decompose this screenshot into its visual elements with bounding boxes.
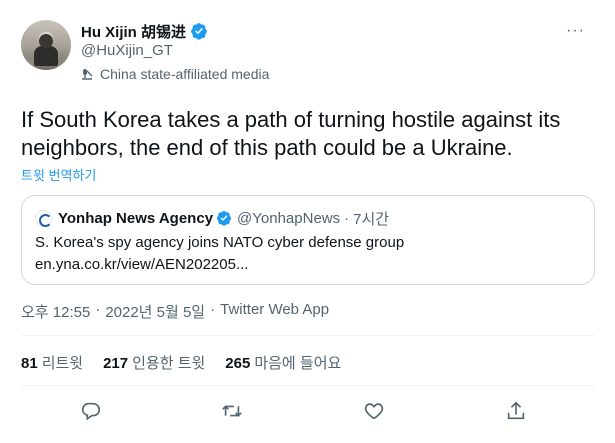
avatar[interactable] (21, 20, 71, 70)
separator-dot: · (210, 301, 216, 318)
translate-tweet-link[interactable]: 트윗 번역하기 (21, 165, 96, 184)
author-name-row[interactable]: Hu Xijin 胡锡进 (81, 21, 208, 41)
like-count[interactable]: 265 마음에 들어요 (225, 352, 341, 373)
affiliation-text: China state-affiliated media (100, 66, 270, 82)
like-count-number: 265 (225, 355, 251, 372)
tweet-card: Hu Xijin 胡锡进 @HuXijin_GT China state-aff… (0, 0, 615, 443)
quoted-time: 7시간 (353, 210, 390, 228)
author-display-name[interactable]: Hu Xijin 胡锡进 (81, 21, 186, 42)
tweet-source[interactable]: Twitter Web App (220, 301, 329, 322)
author-handle[interactable]: @HuXijin_GT (81, 42, 173, 59)
quote-count[interactable]: 217 인용한 트윗 (103, 352, 205, 373)
tweet-stats: 81 리트윗 217 인용한 트윗 265 마음에 들어요 (21, 352, 361, 373)
heart-icon[interactable] (363, 400, 387, 424)
quoted-handle: @YonhapNews (237, 209, 341, 227)
quote-count-number: 217 (103, 355, 129, 372)
quoted-display-name: Yonhap News Agency (58, 209, 214, 227)
separator-dot: · (95, 301, 101, 318)
quoted-text: S. Korea's spy agency joins NATO cyber d… (35, 234, 405, 251)
quoted-link: en.yna.co.kr/view/AEN202205... (35, 256, 249, 273)
separator-dot: · (344, 209, 350, 227)
share-icon[interactable] (505, 400, 529, 424)
affiliation-label[interactable]: China state-affiliated media (81, 66, 269, 82)
reply-icon[interactable] (80, 400, 104, 424)
microphone-stand-icon (81, 67, 95, 81)
quoted-author-row: Yonhap News Agency @YonhapNews · 7시간 (35, 208, 389, 228)
more-options-icon[interactable]: ··· (566, 23, 588, 39)
like-count-label: 마음에 들어요 (254, 355, 342, 372)
divider (21, 335, 595, 336)
yonhap-logo-icon (35, 209, 52, 227)
action-bar (0, 400, 615, 426)
tweet-text: If South Korea takes a path of turning h… (21, 107, 561, 160)
retweet-icon[interactable] (221, 400, 245, 424)
quoted-tweet[interactable]: Yonhap News Agency @YonhapNews · 7시간 S. … (21, 195, 595, 285)
quote-count-label: 인용한 트윗 (132, 355, 206, 372)
retweet-count[interactable]: 81 리트윗 (21, 352, 83, 373)
tweet-meta: 오후 12:55 · 2022년 5월 5일 · Twitter Web App (21, 301, 329, 322)
divider (21, 385, 595, 386)
verified-badge-icon (216, 210, 232, 226)
tweet-time[interactable]: 오후 12:55 (21, 301, 90, 322)
retweet-count-label: 리트윗 (41, 355, 84, 372)
tweet-date[interactable]: 2022년 5월 5일 (105, 301, 205, 322)
verified-badge-icon (190, 22, 208, 40)
retweet-count-number: 81 (21, 355, 38, 372)
